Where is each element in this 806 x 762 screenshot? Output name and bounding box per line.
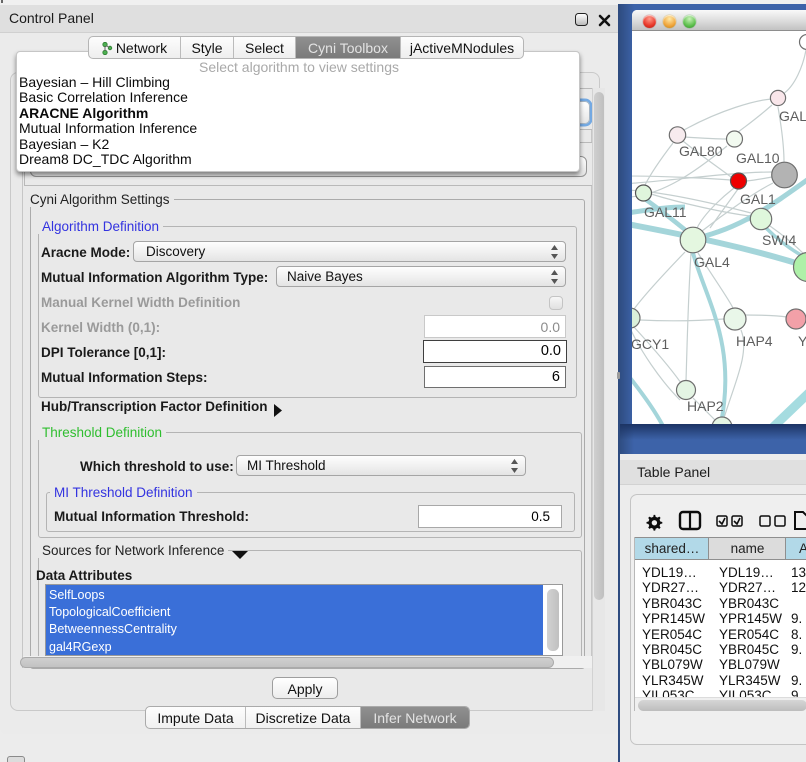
svg-text:GAL10: GAL10 xyxy=(736,150,780,166)
svg-text:GAL: GAL xyxy=(779,108,806,124)
svg-text:HAP4: HAP4 xyxy=(736,333,773,349)
svg-text:Y: Y xyxy=(798,333,806,349)
svg-text:GAL80: GAL80 xyxy=(679,143,723,159)
svg-text:HAP2: HAP2 xyxy=(687,398,724,414)
svg-text:GAL11: GAL11 xyxy=(644,204,687,220)
svg-text:GCY1: GCY1 xyxy=(632,336,669,352)
svg-text:GAL4: GAL4 xyxy=(694,254,730,270)
svg-text:GAL1: GAL1 xyxy=(740,191,776,207)
svg-text:SWI4: SWI4 xyxy=(762,232,796,248)
